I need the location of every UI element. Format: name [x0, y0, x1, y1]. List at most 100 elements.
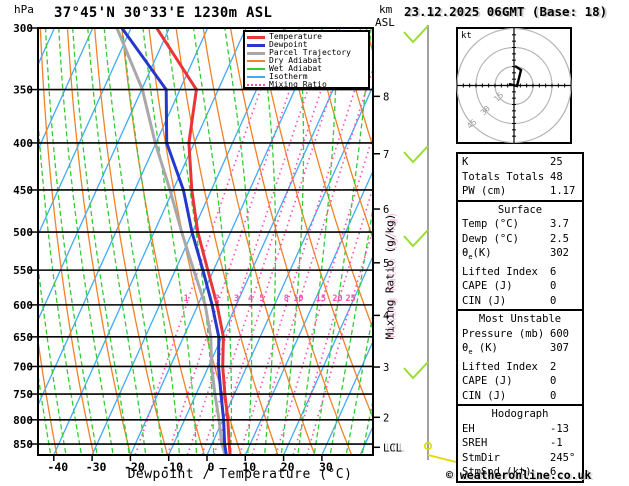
svg-text:25: 25 [345, 294, 355, 304]
row-value: 0 [550, 375, 557, 388]
svg-text:2: 2 [215, 294, 220, 304]
row-label: Pressure (mb) [462, 327, 545, 340]
svg-text:350: 350 [13, 84, 33, 97]
row-label: θe (K) [462, 342, 498, 357]
row-label: Dewp (°C) [462, 232, 519, 245]
table-row: CAPE (J) 0 [462, 374, 578, 389]
skewt-sounding-page: 300 350 400 450 500 550 600 650 700 750 800 850 -40-… [0, 0, 629, 486]
pressure-axis-unit: hPa [14, 3, 34, 16]
svg-text:500: 500 [13, 226, 33, 239]
altitude-axis-unit-km: km [379, 3, 393, 16]
svg-text:300: 300 [13, 22, 33, 35]
svg-text:750: 750 [13, 388, 33, 401]
table-row: Pressure (mb) 600 [462, 327, 578, 342]
legend-item: Mixing Ratio [247, 81, 368, 89]
row-label: Temp (°C) [462, 218, 519, 230]
row-label: SREH [462, 437, 488, 450]
wind-barb [403, 361, 429, 380]
table-row: Temp (°C) 3.7 [462, 217, 578, 232]
wind-barb [403, 229, 429, 248]
svg-text:-30: -30 [86, 460, 107, 474]
svg-text:800: 800 [13, 414, 33, 427]
table-row: SREH -1 [462, 436, 578, 451]
legend-line-sample [247, 76, 265, 78]
row-value: 2 [550, 360, 557, 373]
wind-barb-column [403, 25, 457, 463]
table-row: θe(K) 302 [462, 246, 578, 265]
table-row: Lifted Index 6 [462, 265, 578, 280]
legend-line-sample [247, 51, 265, 55]
svg-text:700: 700 [13, 360, 33, 373]
table-row: CIN (J) 0 [462, 389, 578, 404]
legend-line-sample [247, 35, 265, 39]
indices-section: K 25 Totals Totals 48 PW (cm) 1.17 [456, 152, 584, 202]
table-row: EH -13 [462, 422, 578, 437]
datetime-heading: 23.12.2025 06GMT (Base: 18) [404, 4, 608, 19]
hodograph-unit-label: kt [461, 31, 472, 41]
svg-text:-40: -40 [47, 460, 68, 474]
row-value: 48 [550, 170, 563, 183]
altitude-axis-unit-asl: ASL [375, 16, 395, 29]
svg-text:1: 1 [184, 294, 189, 304]
lcl-label: LCL [383, 442, 402, 454]
row-value: -1 [550, 437, 563, 450]
legend-line-sample [247, 60, 265, 62]
row-value: 0 [550, 389, 557, 402]
row-label: EH [462, 422, 475, 435]
row-value: -13 [550, 422, 569, 435]
row-label: PW (cm) [462, 185, 507, 197]
svg-text:8: 8 [284, 294, 289, 304]
svg-text:20: 20 [332, 294, 342, 304]
table-row: Dewp (°C) 2.5 [462, 232, 578, 247]
row-label: CAPE (J) [462, 280, 513, 293]
calm-wind-barb [427, 454, 457, 463]
row-value: 302 [550, 247, 569, 259]
legend-label: Mixing Ratio [269, 80, 327, 89]
row-label: CAPE (J) [462, 375, 513, 388]
plot-frame [37, 27, 374, 456]
temperature-axis-label: Dewpoint / Temperature (°C) [127, 467, 353, 482]
pressure-tick-labels: 300 350 400 450 500 550 600 650 700 750 800 850 [13, 22, 38, 451]
row-label: Lifted Index [462, 360, 538, 373]
indices-table: K 25 Totals Totals 48 PW (cm) 1.17 Surface Temp… [456, 152, 584, 483]
station-title: 37°45'N 30°33'E 1230m ASL [54, 5, 273, 21]
row-label: CIN (J) [462, 389, 507, 402]
row-value: 6 [550, 265, 557, 278]
row-label: StmDir [462, 451, 500, 464]
svg-text:4: 4 [248, 294, 253, 304]
svg-text:2: 2 [383, 412, 389, 424]
svg-text:5: 5 [259, 294, 264, 304]
wind-barb [403, 145, 429, 164]
row-value: 0 [550, 280, 557, 293]
row-label: K [462, 156, 469, 168]
svg-text:15: 15 [316, 294, 326, 304]
legend-line-sample [247, 68, 265, 70]
table-row: Totals Totals 48 [462, 170, 578, 185]
row-label: Lifted Index [462, 265, 538, 278]
section-header: Surface [497, 203, 543, 216]
section-header: Hodograph [491, 408, 549, 421]
svg-text:400: 400 [13, 137, 33, 150]
table-row: Lifted Index 2 [462, 360, 578, 375]
table-row: CAPE (J) 0 [462, 279, 578, 294]
svg-text:3: 3 [234, 294, 239, 304]
svg-text:550: 550 [13, 264, 33, 277]
row-value: 3.7 [550, 218, 569, 230]
indices-section: Most Unstable Pressure (mb) 600 θe (K) 307 Li… [456, 309, 584, 407]
table-row: StmDir 245° [462, 451, 578, 466]
svg-text:10: 10 [293, 294, 303, 304]
svg-text:8: 8 [383, 91, 389, 103]
copyright: © weatheronline.co.uk [446, 468, 592, 482]
table-row: θe (K) 307 [462, 341, 578, 360]
svg-text:450: 450 [13, 184, 33, 197]
chart-legend: Temperature Dewpoint Parcel Trajectory Dry … [243, 30, 370, 89]
svg-text:7: 7 [383, 149, 389, 161]
svg-text:650: 650 [13, 331, 33, 344]
row-value: 2.5 [550, 232, 569, 245]
row-label: Totals Totals [462, 170, 545, 183]
table-row: K 25 [462, 155, 578, 170]
sounding-traces [115, 28, 232, 455]
row-label: θe(K) [462, 247, 492, 262]
row-value: 1.17 [550, 185, 576, 197]
mixing-ratio-axis-label: Mixing Ratio (g/kg) [383, 213, 397, 340]
